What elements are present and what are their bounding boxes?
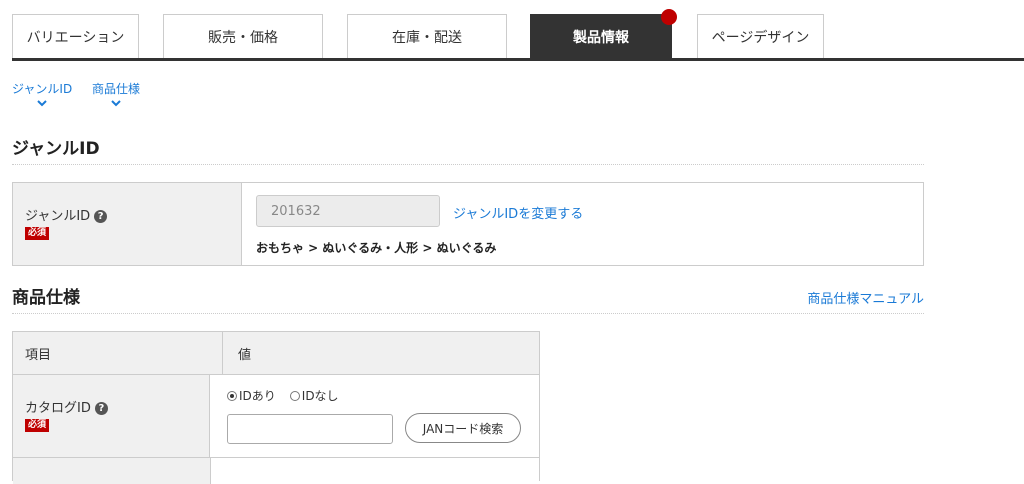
tab-product-info[interactable]: 製品情報: [530, 14, 672, 58]
anchor-link-product-spec-label: 商品仕様: [92, 82, 141, 96]
genre-breadcrumb: おもちゃ > ぬいぐるみ・人形 > ぬいぐるみ: [256, 241, 497, 255]
help-icon[interactable]: ?: [94, 402, 108, 415]
radio-selected-icon: [227, 390, 237, 401]
catalog-radio-group: IDあり IDなし: [227, 387, 339, 404]
spec-section-title: 商品仕様: [12, 288, 80, 308]
jan-search-button[interactable]: JANコード検索: [405, 413, 521, 443]
catalog-id-label: カタログID: [25, 401, 91, 416]
genre-value-cell: 201632 ジャンルIDを変更する おもちゃ > ぬいぐるみ・人形 > ぬいぐ…: [242, 183, 923, 265]
change-genre-link[interactable]: ジャンルIDを変更する: [453, 203, 583, 222]
genre-label-cell: ジャンルID? 必須: [13, 183, 242, 265]
empty-label-cell: [13, 458, 211, 484]
tab-stock-shipping[interactable]: 在庫・配送: [347, 14, 507, 58]
spec-table-header: 項目 値: [13, 332, 539, 375]
genre-table: ジャンルID? 必須 201632 ジャンルIDを変更する おもちゃ > ぬいぐ…: [12, 182, 924, 266]
section-divider: [12, 313, 924, 314]
genre-field-label: ジャンルID: [25, 209, 91, 224]
col-header-item: 項目: [13, 332, 223, 374]
chevron-down-icon: [37, 100, 47, 107]
chevron-down-icon: [111, 100, 121, 107]
tab-page-design[interactable]: ページデザイン: [697, 14, 824, 58]
catalog-value-cell: IDあり IDなし JANコード検索: [210, 375, 539, 457]
anchor-link-product-spec[interactable]: 商品仕様: [92, 80, 140, 108]
catalog-label-cell: カタログID? 必須: [13, 375, 210, 457]
table-row: [13, 458, 539, 484]
anchor-link-genre-id[interactable]: ジャンルID: [12, 80, 72, 108]
genre-id-input: 201632: [256, 195, 440, 227]
notification-dot: [661, 9, 677, 25]
tab-sales-price[interactable]: 販売・価格: [163, 14, 323, 58]
help-icon[interactable]: ?: [94, 210, 108, 223]
tab-underline: [12, 58, 1024, 61]
tab-bar: バリエーション 販売・価格 在庫・配送 製品情報 ページデザイン: [0, 0, 1024, 62]
genre-section-title: ジャンルID: [12, 139, 100, 159]
anchor-link-genre-id-label: ジャンルID: [12, 82, 73, 96]
spec-manual-link[interactable]: 商品仕様マニュアル: [807, 288, 924, 307]
jan-code-input[interactable]: [227, 414, 393, 444]
section-divider: [12, 164, 924, 165]
radio-without-id[interactable]: IDなし: [289, 387, 339, 404]
required-badge: 必須: [25, 419, 50, 432]
radio-with-id-label: IDあり: [239, 389, 276, 403]
table-row: カタログID? 必須 IDあり IDなし JANコード検索: [13, 375, 539, 458]
radio-unselected-icon: [289, 390, 300, 401]
col-header-value: 値: [238, 347, 252, 363]
tab-variation[interactable]: バリエーション: [12, 14, 139, 58]
empty-value-cell: [211, 458, 539, 484]
spec-table: 項目 値 カタログID? 必須 IDあり IDなし JANコード検索: [12, 331, 540, 484]
required-badge: 必須: [25, 227, 50, 240]
radio-with-id[interactable]: IDあり: [227, 387, 276, 404]
radio-without-id-label: IDなし: [301, 389, 339, 403]
